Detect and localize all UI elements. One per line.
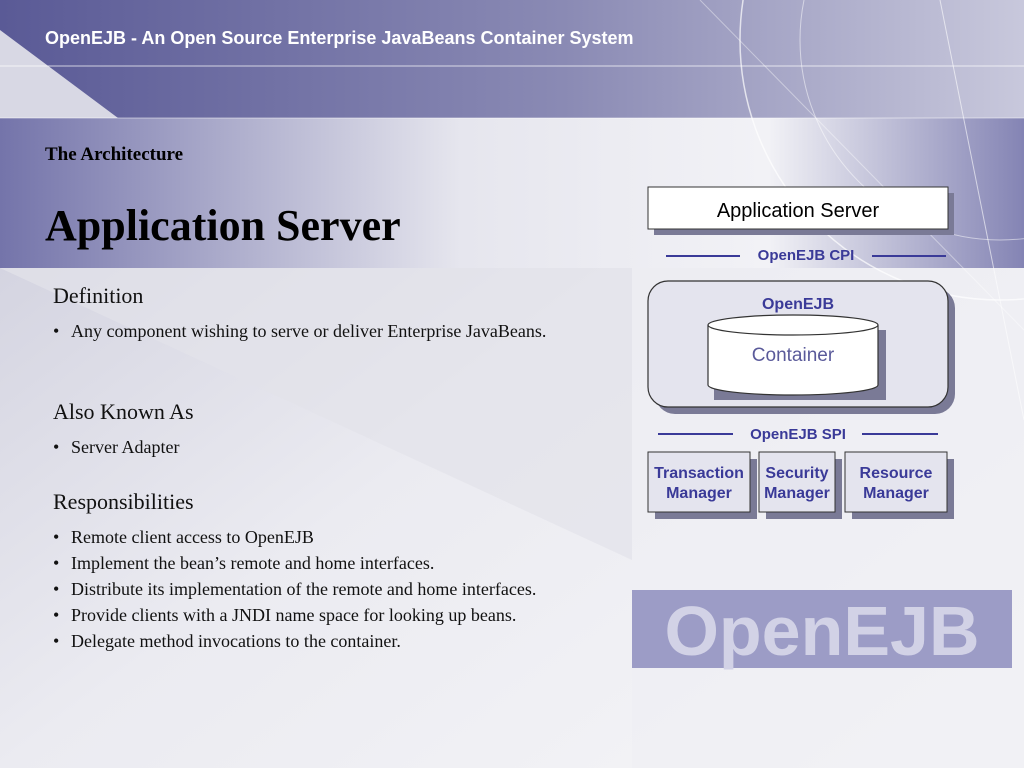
manager-label: Security bbox=[765, 465, 828, 482]
container-label: Container bbox=[752, 345, 835, 366]
manager-box-transaction bbox=[647, 451, 751, 513]
openejb-logo: OpenEJB bbox=[664, 592, 979, 670]
manager-box-resource bbox=[844, 451, 948, 513]
cpi-label: OpenEJB CPI bbox=[758, 247, 855, 264]
manager-label: Manager bbox=[666, 485, 732, 502]
manager-box-security bbox=[758, 451, 836, 513]
spi-label: OpenEJB SPI bbox=[750, 426, 846, 443]
container-cylinder-top bbox=[707, 314, 879, 336]
openejb-label: OpenEJB bbox=[762, 296, 834, 313]
manager-label: Transaction bbox=[654, 465, 744, 482]
manager-label: Manager bbox=[863, 485, 929, 502]
architecture-diagram: Application Server OpenEJB CPI OpenEJB C… bbox=[632, 186, 1012, 670]
manager-label: Resource bbox=[860, 465, 933, 482]
app-server-label: Application Server bbox=[717, 200, 880, 222]
manager-label: Manager bbox=[764, 485, 830, 502]
